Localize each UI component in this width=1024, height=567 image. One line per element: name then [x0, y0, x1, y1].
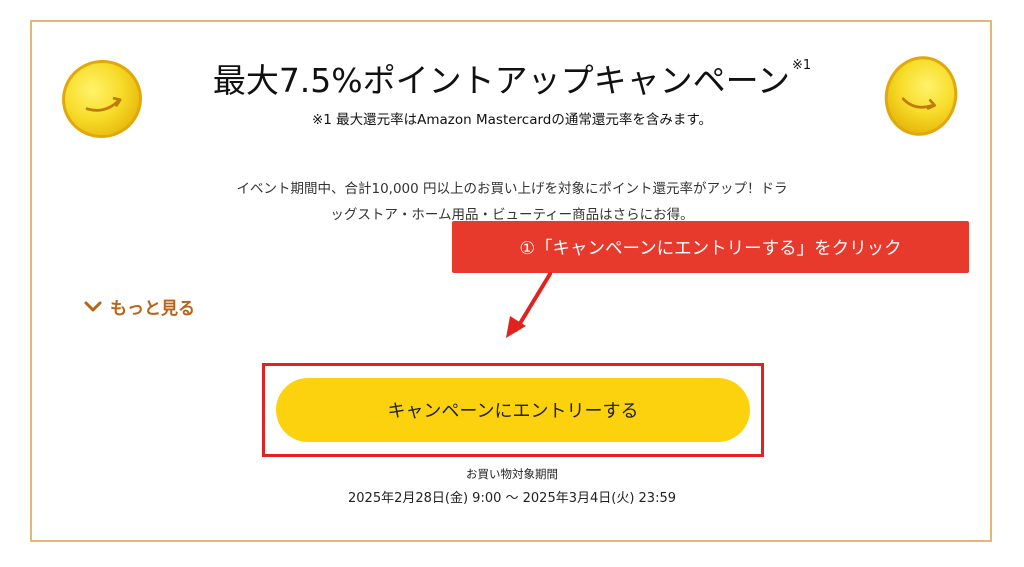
campaign-entry-button[interactable]: キャンペーンにエントリーする [276, 378, 750, 442]
campaign-title-text: 最大7.5%ポイントアップキャンペーン [212, 61, 790, 100]
amazon-coin-icon [54, 52, 150, 146]
title-note-mark: ※1 [792, 58, 812, 73]
show-more-label: もっと見る [110, 299, 195, 319]
amazon-coin-icon [875, 48, 967, 144]
description-line: イベント期間中、合計10,000 円以上のお買い上げを対象にポイント還元率がアッ… [236, 181, 788, 197]
show-more-link[interactable]: もっと見る [84, 294, 195, 319]
chevron-down-icon [84, 301, 102, 311]
arrow-pointer-icon [506, 272, 552, 338]
campaign-footnote: ※1 最大還元率はAmazon Mastercardの通常還元率を含みます。 [311, 112, 713, 128]
campaign-title: 最大7.5%ポイントアップキャンペーン ※1 [152, 54, 872, 102]
shopping-period-label: お買い物対象期間 [466, 467, 558, 481]
screenshot-stage: 最大7.5%ポイントアップキャンペーン ※1 ※1 最大還元率はAmazon Ma… [0, 0, 1024, 567]
shopping-period-dates: 2025年2月28日(金) 9:00 ～ 2025年3月4日(火) 23:59 [348, 491, 676, 506]
annotation-callout: ①「キャンペーンにエントリーする」をクリック [452, 221, 969, 273]
